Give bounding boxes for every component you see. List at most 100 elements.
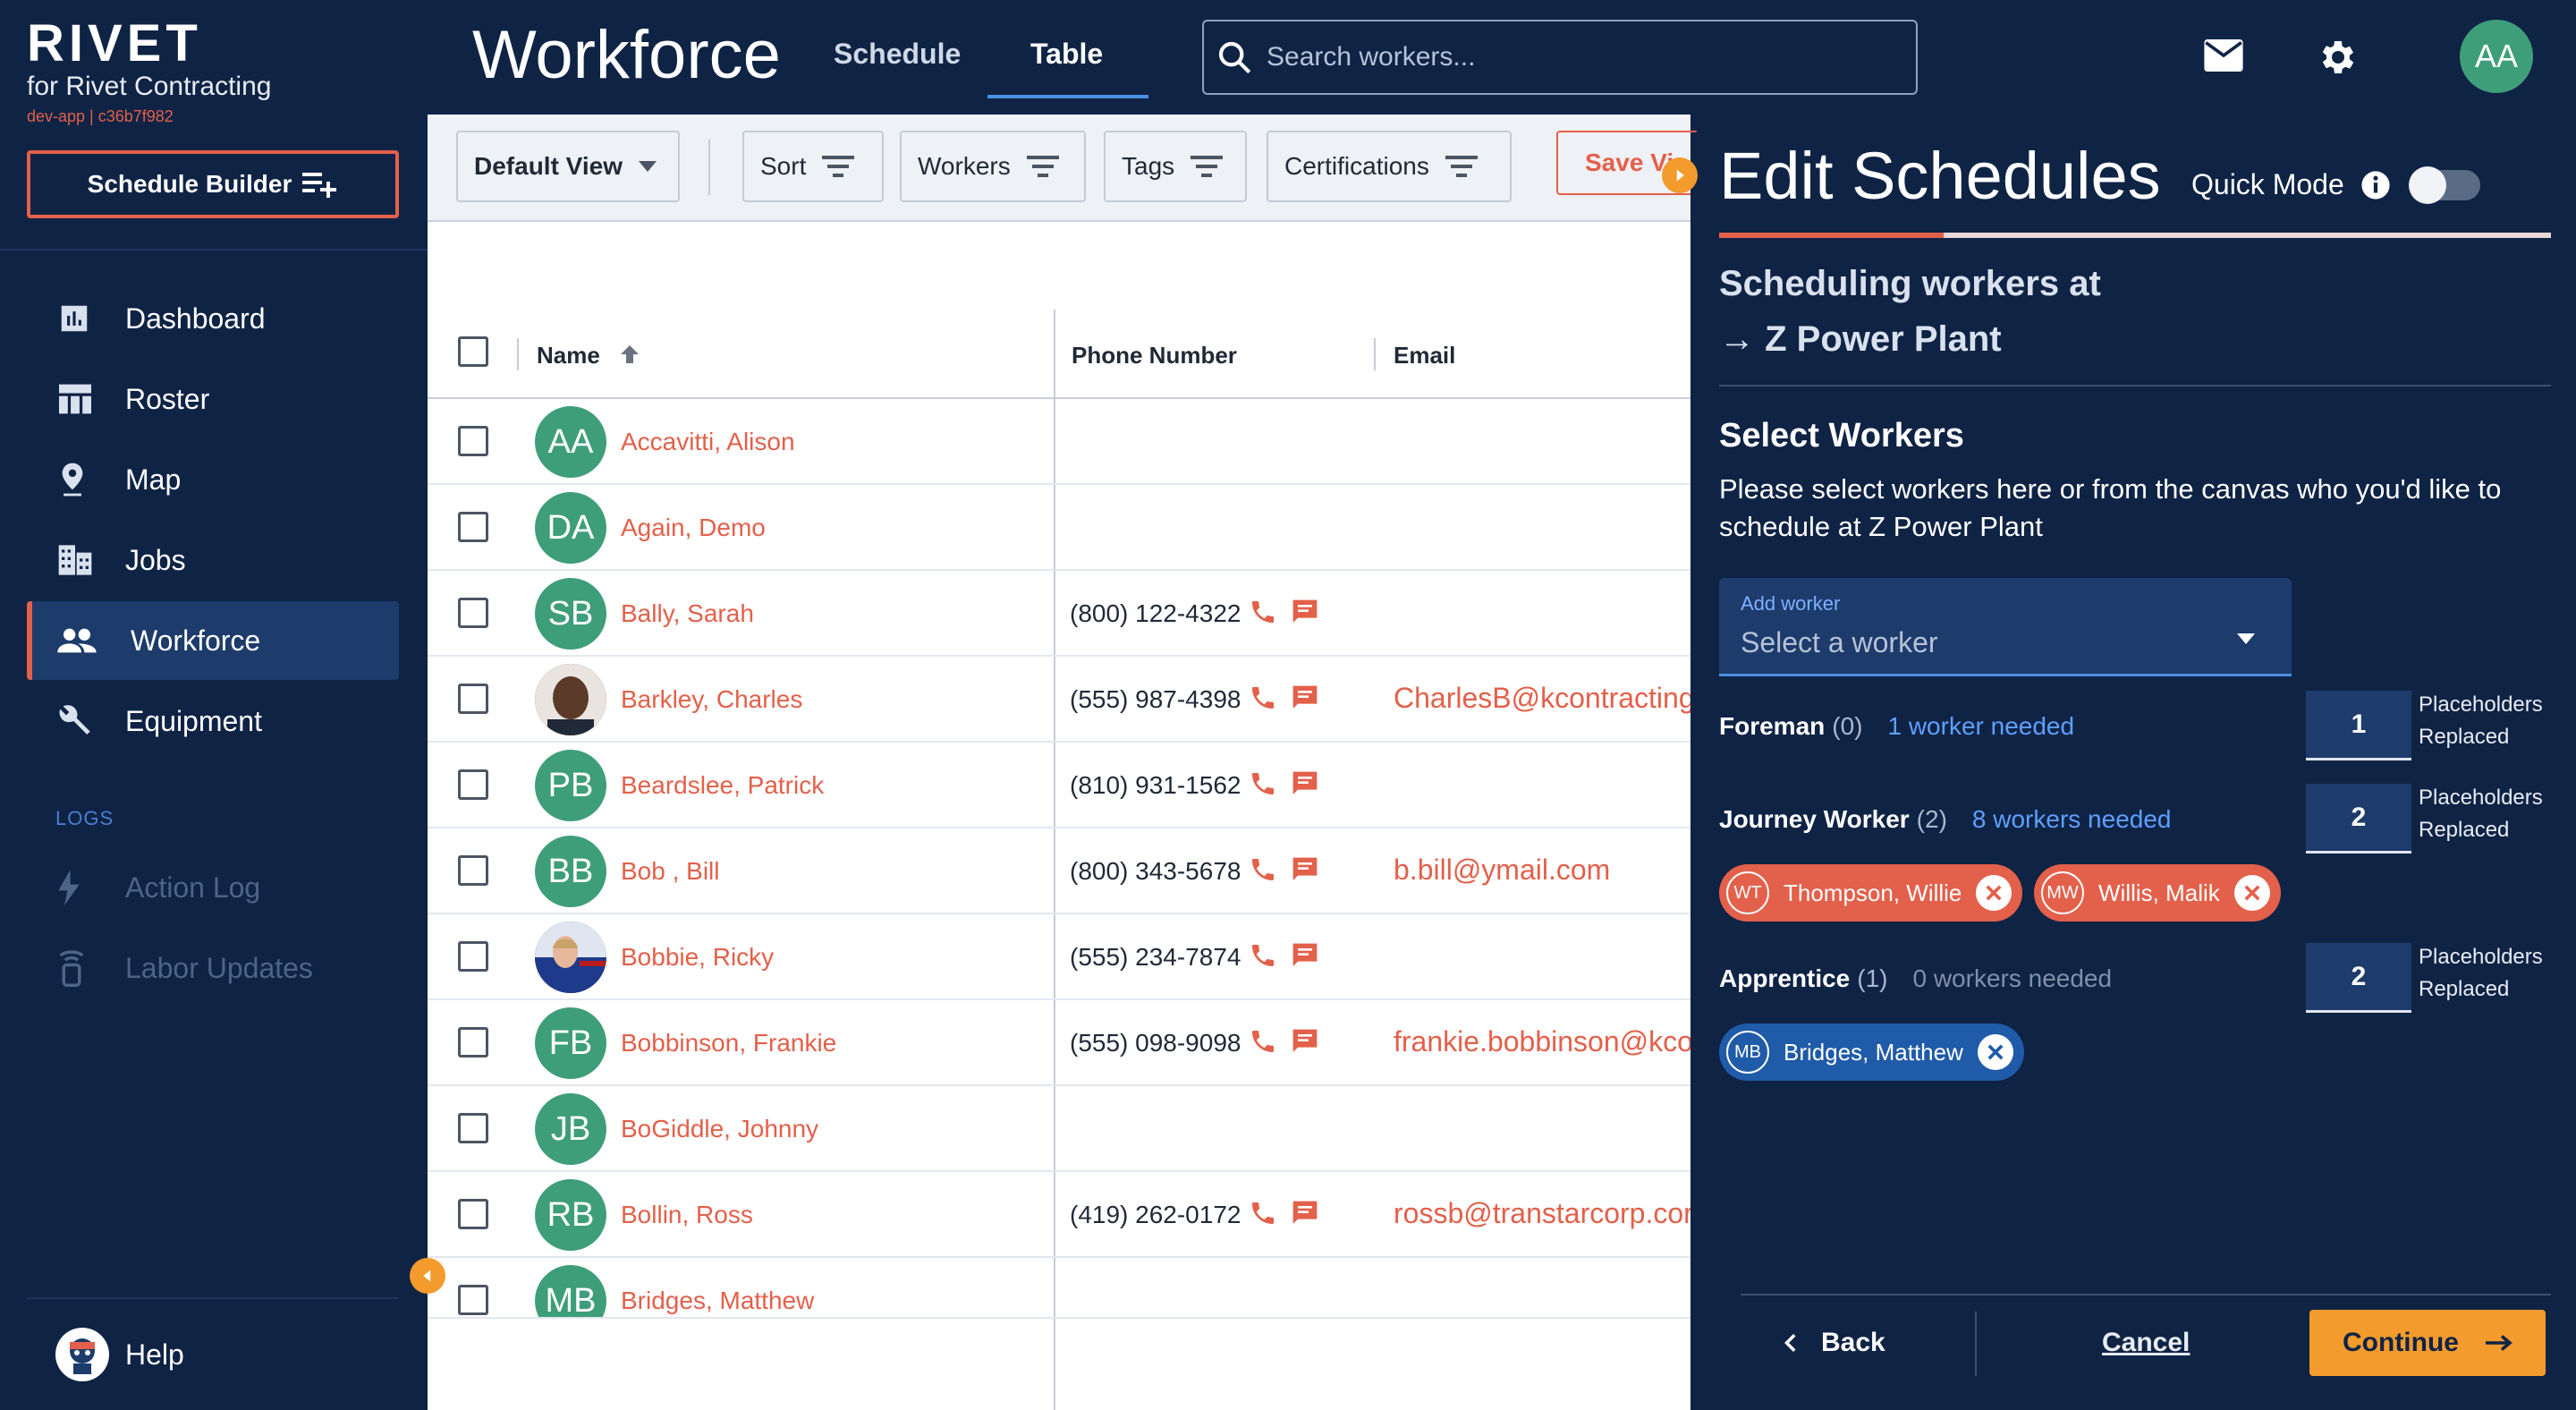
column-header-email[interactable]: Email	[1394, 342, 1455, 369]
table-row[interactable]: MB Bridges, Matthew	[428, 1258, 1690, 1319]
sidebar-item-equipment[interactable]: Equipment	[27, 682, 399, 760]
email-link[interactable]: b.bill@ymail.com	[1394, 854, 1610, 887]
column-header-phone[interactable]: Phone Number	[1072, 342, 1237, 369]
search-input[interactable]	[1267, 42, 1893, 72]
panel-collapse-toggle[interactable]	[1662, 157, 1698, 193]
email-link[interactable]: frankie.bobbinson@kco	[1394, 1025, 1693, 1058]
back-button[interactable]: Back	[1784, 1328, 1885, 1358]
row-checkbox[interactable]	[458, 426, 488, 456]
table-row[interactable]: JB BoGiddle, Johnny	[428, 1086, 1690, 1172]
row-checkbox[interactable]	[458, 941, 488, 972]
tab-table[interactable]: Table	[1030, 38, 1103, 71]
sidebar-item-label: Labor Updates	[125, 951, 313, 984]
message-icon[interactable]	[1290, 684, 1320, 712]
table-row[interactable]: AA Accavitti, Alison	[428, 399, 1690, 485]
quick-mode-toggle[interactable]	[2408, 166, 2480, 204]
sidebar-collapse-toggle[interactable]	[410, 1258, 445, 1294]
workers-filter-button[interactable]: Workers	[900, 131, 1086, 202]
row-checkbox[interactable]	[458, 1113, 488, 1143]
sidebar-item-labor-updates[interactable]: Labor Updates	[27, 929, 399, 1007]
phone-icon[interactable]	[1249, 684, 1277, 712]
mail-icon[interactable]	[2204, 39, 2243, 72]
row-checkbox[interactable]	[458, 1199, 488, 1229]
table-row[interactable]: DA Again, Demo	[428, 485, 1690, 571]
phone-icon[interactable]	[1249, 855, 1277, 884]
phone-icon[interactable]	[1249, 769, 1277, 798]
row-checkbox[interactable]	[458, 684, 488, 714]
placeholders-replaced-input[interactable]: 2	[2306, 784, 2411, 854]
row-checkbox[interactable]	[458, 1027, 488, 1058]
tags-filter-label: Tags	[1122, 152, 1175, 180]
worker-chip[interactable]: MW Willis, Malik	[2034, 864, 2281, 922]
worker-name-link[interactable]: Bob , Bill	[621, 857, 720, 886]
placeholders-replaced-input[interactable]: 2	[2306, 943, 2411, 1013]
worker-name-link[interactable]: Accavitti, Alison	[621, 428, 795, 456]
row-checkbox[interactable]	[458, 855, 488, 886]
sidebar-item-action-log[interactable]: Action Log	[27, 848, 399, 927]
phone-icon[interactable]	[1249, 1199, 1277, 1227]
phone-icon[interactable]	[1249, 598, 1277, 626]
placeholders-replaced-input[interactable]: 1	[2306, 691, 2411, 760]
select-all-checkbox[interactable]	[458, 336, 488, 367]
brand-logo[interactable]: RIVET	[27, 16, 202, 72]
phone-icon[interactable]	[1249, 941, 1277, 970]
row-checkbox[interactable]	[458, 1285, 488, 1315]
user-avatar[interactable]: AA	[2460, 20, 2533, 93]
worker-name-link[interactable]: Bobbie, Ricky	[621, 943, 774, 972]
row-checkbox[interactable]	[458, 512, 488, 542]
schedule-builder-button[interactable]: Schedule Builder	[27, 150, 399, 218]
worker-chip[interactable]: MB Bridges, Matthew	[1719, 1024, 2024, 1081]
search-box[interactable]	[1202, 20, 1918, 95]
remove-chip-button[interactable]	[1977, 1034, 2013, 1070]
message-icon[interactable]	[1290, 769, 1320, 798]
cancel-button[interactable]: Cancel	[2102, 1328, 2190, 1358]
message-icon[interactable]	[1290, 941, 1320, 970]
worker-name-link[interactable]: BoGiddle, Johnny	[621, 1115, 818, 1143]
certifications-filter-button[interactable]: Certifications	[1267, 131, 1512, 202]
sidebar-item-jobs[interactable]: Jobs	[27, 521, 399, 599]
table-row[interactable]: FB Bobbinson, Frankie (555) 098-9098 fra…	[428, 1000, 1693, 1086]
table-row[interactable]: Barkley, Charles (555) 987-4398 CharlesB…	[428, 657, 1695, 743]
email-link[interactable]: rossb@transtarcorp.cor	[1394, 1197, 1693, 1230]
continue-button[interactable]: Continue	[2309, 1310, 2546, 1376]
worker-chip[interactable]: WT Thompson, Willie	[1719, 864, 2023, 922]
row-checkbox[interactable]	[458, 769, 488, 800]
arrow-up-icon	[621, 345, 640, 363]
info-icon[interactable]	[2360, 170, 2391, 200]
remove-chip-button[interactable]	[2233, 875, 2270, 911]
remove-chip-button[interactable]	[1976, 875, 2012, 911]
add-worker-select[interactable]: Add worker Select a worker	[1719, 578, 2292, 676]
sort-button[interactable]: Sort	[742, 131, 884, 202]
table-row[interactable]: RB Bollin, Ross (419) 262-0172 rossb@tra…	[428, 1172, 1693, 1258]
worker-name-link[interactable]: Bally, Sarah	[621, 599, 754, 628]
sidebar-item-label: Action Log	[125, 871, 261, 904]
worker-name-link[interactable]: Barkley, Charles	[621, 685, 802, 714]
sidebar-item-dashboard[interactable]: Dashboard	[27, 279, 399, 358]
sidebar-item-workforce[interactable]: Workforce	[27, 601, 399, 680]
worker-name-link[interactable]: Bobbinson, Frankie	[621, 1029, 836, 1058]
chip-avatar: MW	[2041, 871, 2084, 914]
tags-filter-button[interactable]: Tags	[1104, 131, 1247, 202]
default-view-select[interactable]: Default View	[456, 131, 680, 202]
message-icon[interactable]	[1290, 598, 1320, 626]
table-row[interactable]: PB Beardslee, Patrick (810) 931-1562	[428, 743, 1690, 828]
message-icon[interactable]	[1290, 1027, 1320, 1056]
worker-name-link[interactable]: Bollin, Ross	[621, 1201, 753, 1229]
message-icon[interactable]	[1290, 855, 1320, 884]
worker-name-link[interactable]: Again, Demo	[621, 514, 766, 542]
email-link[interactable]: CharlesB@kcontracting	[1394, 682, 1695, 715]
sidebar-item-help[interactable]: Help	[27, 1315, 399, 1394]
worker-name-link[interactable]: Bridges, Matthew	[621, 1287, 814, 1315]
table-row[interactable]: SB Bally, Sarah (800) 122-4322	[428, 571, 1690, 657]
sidebar-item-map[interactable]: Map	[27, 440, 399, 519]
worker-name-link[interactable]: Beardslee, Patrick	[621, 771, 824, 800]
column-header-name[interactable]: Name	[537, 342, 640, 369]
row-checkbox[interactable]	[458, 598, 488, 628]
table-row[interactable]: BB Bob , Bill (800) 343-5678 b.bill@ymai…	[428, 828, 1690, 914]
sidebar-item-roster[interactable]: Roster	[27, 360, 399, 438]
tab-schedule[interactable]: Schedule	[834, 38, 961, 71]
gear-icon[interactable]	[2315, 36, 2358, 79]
message-icon[interactable]	[1290, 1199, 1320, 1227]
phone-icon[interactable]	[1249, 1027, 1277, 1056]
table-row[interactable]: Bobbie, Ricky (555) 234-7874	[428, 914, 1690, 1000]
